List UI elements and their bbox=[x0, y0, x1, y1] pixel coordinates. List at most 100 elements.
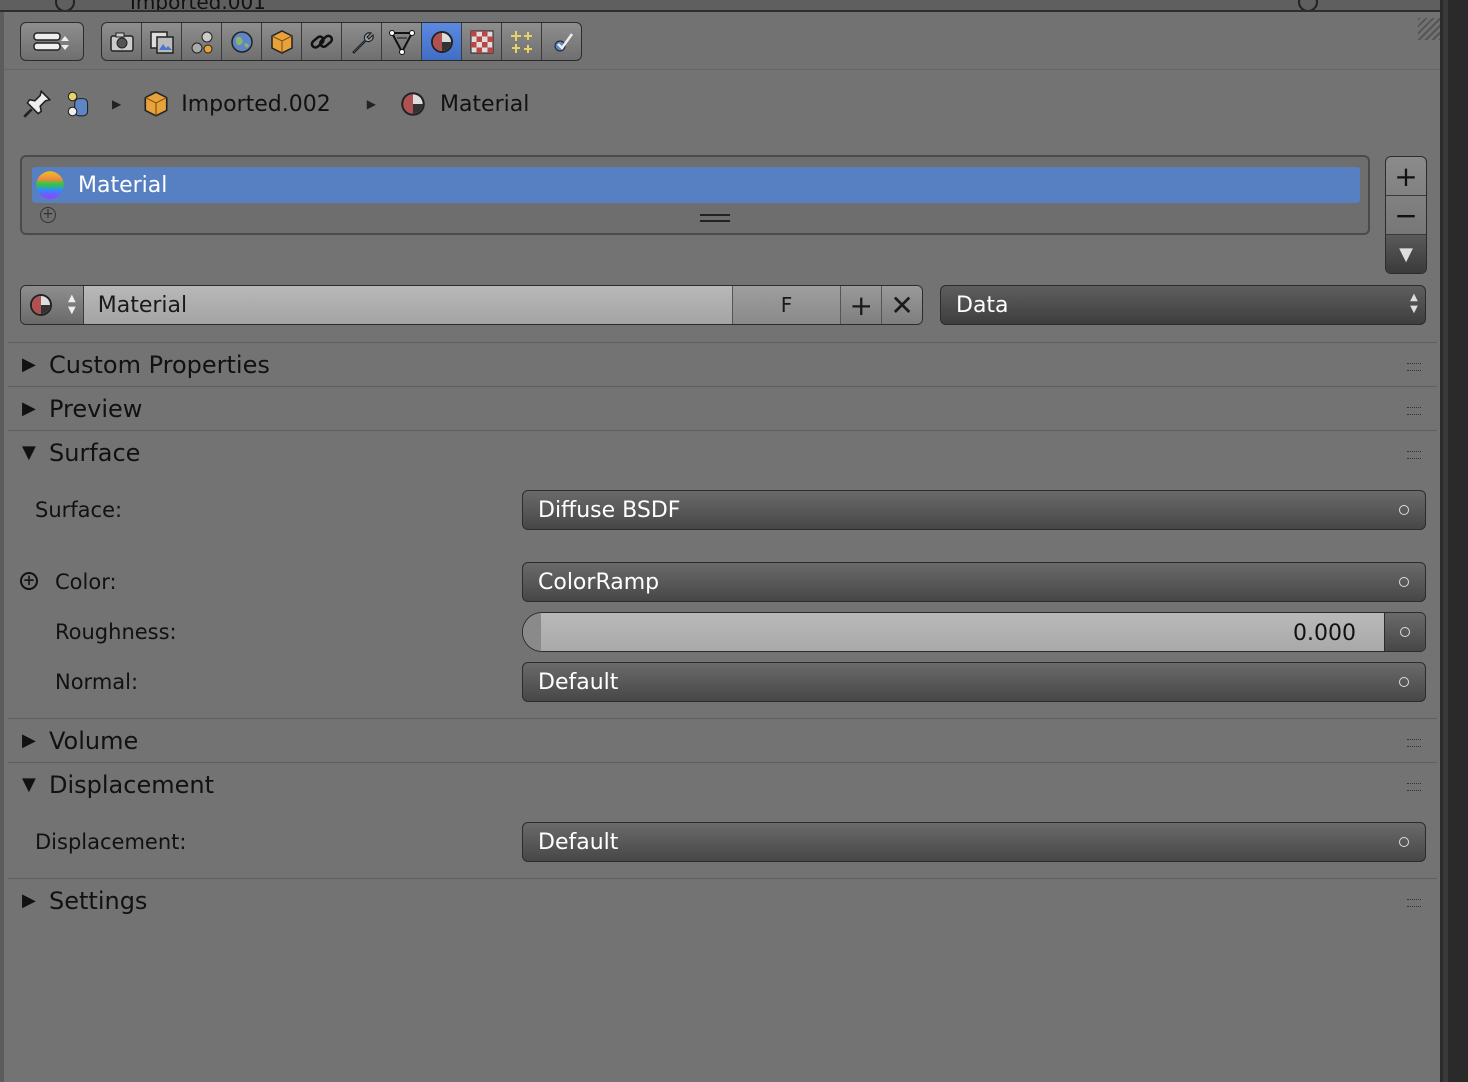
new-material-button[interactable]: + bbox=[841, 286, 883, 324]
breadcrumb-object: Imported.002 bbox=[181, 91, 331, 117]
collapse-arrow-icon: ▼ bbox=[22, 442, 36, 463]
panel-title: Volume bbox=[49, 726, 139, 755]
surface-shader-value: Diffuse BSDF bbox=[538, 497, 681, 523]
object-cube-icon bbox=[144, 91, 168, 117]
panel-volume[interactable]: ▶ Volume bbox=[8, 718, 1437, 762]
tab-texture[interactable] bbox=[462, 23, 502, 60]
add-icon[interactable] bbox=[55, 0, 75, 10]
tab-render-layers[interactable] bbox=[142, 23, 182, 60]
expand-arrow-icon: ▶ bbox=[22, 890, 36, 911]
tab-material[interactable] bbox=[422, 23, 462, 60]
panel-title: Surface bbox=[49, 438, 141, 467]
circle-icon[interactable] bbox=[1298, 0, 1318, 10]
socket-icon bbox=[1399, 677, 1409, 687]
panel-custom-properties[interactable]: ▶ Custom Properties bbox=[8, 342, 1437, 386]
panel-title: Custom Properties bbox=[49, 350, 270, 379]
tab-modifiers[interactable] bbox=[342, 23, 382, 60]
socket-icon bbox=[1399, 837, 1409, 847]
up-down-arrows-icon: ▲ ▼ bbox=[67, 293, 76, 316]
color-input-field[interactable]: ColorRamp bbox=[522, 562, 1426, 602]
roughness-slider[interactable]: 0.000 bbox=[522, 612, 1426, 652]
context-tabs bbox=[101, 22, 582, 61]
remove-material-slot-button[interactable]: − bbox=[1386, 196, 1426, 235]
panel-drag-grip[interactable] bbox=[1407, 451, 1421, 459]
tab-data[interactable] bbox=[382, 23, 422, 60]
roughness-track[interactable]: 0.000 bbox=[523, 613, 1384, 651]
material-icon bbox=[401, 92, 425, 116]
panel-drag-grip[interactable] bbox=[1407, 783, 1421, 791]
surface-shader-field[interactable]: Diffuse BSDF bbox=[522, 490, 1426, 530]
panel-drag-grip[interactable] bbox=[1407, 407, 1421, 415]
list-resize-grip[interactable] bbox=[700, 214, 730, 222]
color-input-value: ColorRamp bbox=[538, 569, 660, 595]
roughness-socket-button[interactable] bbox=[1384, 613, 1425, 651]
cut-object-title: Imported.001 bbox=[130, 0, 266, 12]
add-slot-icon[interactable]: + bbox=[40, 207, 56, 223]
browse-material-button[interactable]: ▲ ▼ bbox=[21, 286, 84, 324]
world-icon bbox=[230, 30, 253, 53]
chain-icon bbox=[310, 34, 333, 49]
normal-input-value: Default bbox=[538, 669, 619, 695]
link-dropdown[interactable]: Data ▲ ▼ bbox=[940, 285, 1426, 325]
surface-label: Surface: bbox=[35, 498, 123, 522]
tab-world[interactable] bbox=[222, 23, 262, 60]
corner-resize-handle[interactable] bbox=[1418, 18, 1440, 40]
breadcrumb: ▶ Imported.002 ▶ Material bbox=[20, 82, 720, 126]
slot-buttons: + − ▼ bbox=[1385, 156, 1427, 274]
pin-icon[interactable] bbox=[20, 87, 54, 121]
panel-surface[interactable]: ▼ Surface bbox=[8, 430, 1437, 474]
scene-icon bbox=[67, 91, 89, 117]
panel-drag-grip[interactable] bbox=[1407, 899, 1421, 907]
material-icon bbox=[29, 294, 52, 316]
panel-title: Displacement bbox=[49, 770, 214, 799]
editor-type-button[interactable] bbox=[20, 22, 84, 61]
breadcrumb-arrow-icon: ▶ bbox=[112, 97, 122, 111]
roughness-value: 0.000 bbox=[1293, 621, 1356, 646]
plus-icon: + bbox=[849, 288, 873, 322]
chevron-down-icon: ▼ bbox=[1399, 243, 1413, 265]
tab-particles[interactable] bbox=[502, 23, 542, 60]
expand-input-icon[interactable]: + bbox=[20, 572, 38, 590]
tab-render[interactable] bbox=[102, 23, 142, 60]
displacement-input-field[interactable]: Default bbox=[522, 822, 1426, 862]
top-header-strip: Imported.001 bbox=[0, 0, 1440, 12]
close-icon: ✕ bbox=[890, 288, 914, 322]
camera-icon bbox=[109, 32, 134, 52]
panel-drag-grip[interactable] bbox=[1407, 363, 1421, 371]
vertex-icon bbox=[388, 29, 415, 55]
material-name-field[interactable]: Material bbox=[83, 286, 733, 324]
displacement-input-value: Default bbox=[538, 829, 619, 855]
particles-icon bbox=[510, 30, 532, 53]
socket-icon bbox=[1400, 627, 1410, 637]
expand-arrow-icon: ▶ bbox=[22, 730, 36, 751]
roughness-label: Roughness: bbox=[55, 620, 177, 644]
tab-constraints[interactable] bbox=[302, 23, 342, 60]
material-slot-label: Material bbox=[78, 172, 168, 198]
tab-physics[interactable] bbox=[542, 23, 581, 60]
socket-icon bbox=[1399, 577, 1409, 587]
tab-scene[interactable] bbox=[182, 23, 222, 60]
panel-displacement[interactable]: ▼ Displacement bbox=[8, 762, 1437, 806]
color-label: Color: bbox=[55, 570, 117, 594]
layers-icon bbox=[149, 30, 174, 54]
material-icon bbox=[430, 30, 453, 53]
cube-icon bbox=[270, 29, 293, 54]
normal-input-field[interactable]: Default bbox=[522, 662, 1426, 702]
add-material-slot-button[interactable]: + bbox=[1386, 157, 1426, 196]
material-datablock: ▲ ▼ Material F + ✕ bbox=[20, 285, 923, 325]
slot-specials-button[interactable]: ▼ bbox=[1386, 235, 1426, 273]
breadcrumb-material: Material bbox=[439, 91, 530, 117]
editor-type-icon[interactable] bbox=[21, 23, 83, 60]
unlink-material-button[interactable]: ✕ bbox=[882, 286, 922, 324]
properties-header bbox=[4, 12, 1440, 70]
breadcrumb-arrow-icon: ▶ bbox=[366, 97, 376, 111]
material-slot-list: Material + bbox=[20, 155, 1370, 235]
tab-object[interactable] bbox=[262, 23, 302, 60]
material-slot-item[interactable]: Material bbox=[32, 167, 1360, 203]
physics-icon bbox=[554, 32, 573, 51]
material-preview-icon bbox=[36, 171, 64, 199]
fake-user-toggle[interactable]: F bbox=[732, 286, 842, 324]
panel-settings[interactable]: ▶ Settings bbox=[8, 878, 1437, 922]
panel-drag-grip[interactable] bbox=[1407, 739, 1421, 747]
panel-preview[interactable]: ▶ Preview bbox=[8, 386, 1437, 430]
